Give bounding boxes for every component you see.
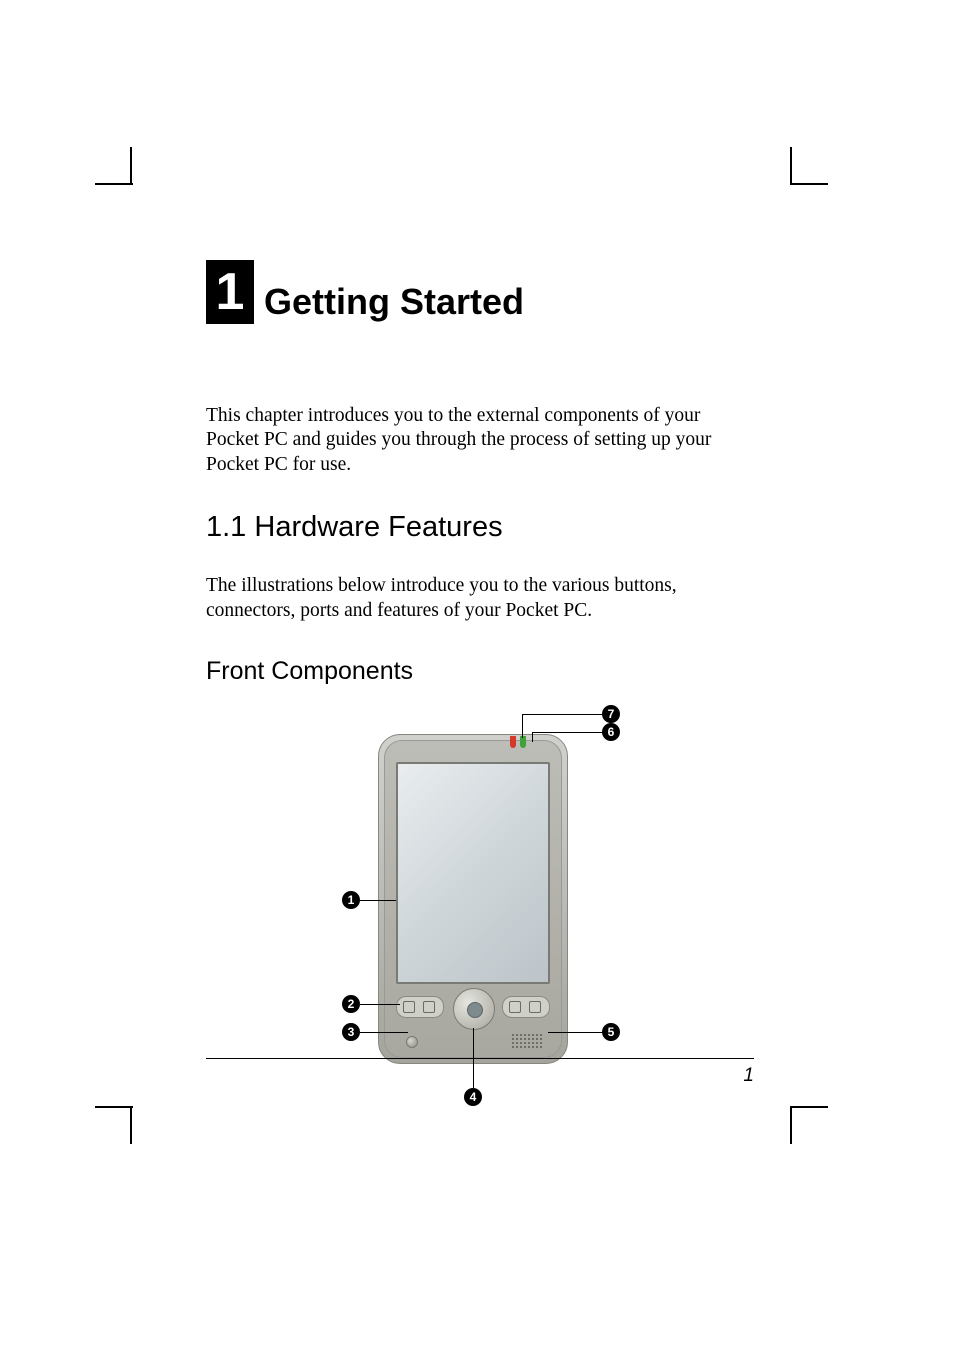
right-button-pair [502,996,550,1018]
subsection-title: Front Components [206,657,754,686]
crop-mark [130,1106,132,1144]
pocket-pc-device [378,734,568,1064]
crop-mark [95,183,133,185]
chapter-title: Getting Started [264,284,524,324]
callout-1: 1 [342,891,360,909]
intro-paragraph: This chapter introduces you to the exter… [206,404,754,477]
crop-mark [790,1106,792,1144]
section-title: 1.1 Hardware Features [206,511,754,544]
microphone-icon [406,1036,418,1048]
chapter-number: 1 [216,266,245,318]
chapter-number-box: 1 [206,260,254,324]
page-number: 1 [206,1065,754,1087]
crop-mark [130,147,132,185]
button-icon [509,1001,521,1013]
left-button-pair [396,996,444,1018]
speaker-grille-icon [512,1034,546,1052]
device-screen [396,762,550,984]
footer-rule [206,1058,754,1059]
lead-line [548,1032,602,1033]
lead-line [360,1004,400,1005]
button-icon [529,1001,541,1013]
crop-mark [790,147,792,185]
button-icon [403,1001,415,1013]
callout-6: 6 [602,723,620,741]
crop-mark [95,1106,133,1108]
lead-line [522,714,523,738]
lead-line [532,732,533,742]
crop-mark [790,183,828,185]
led-green-icon [520,736,526,748]
lead-line [522,714,602,715]
content-area: 1 Getting Started This chapter introduce… [206,260,754,1128]
callout-4: 4 [464,1088,482,1106]
lead-line [360,1032,408,1033]
callout-7: 7 [602,705,620,723]
lead-line [360,900,396,901]
page-footer: 1 [206,1058,754,1087]
chapter-heading: 1 Getting Started [206,260,754,324]
led-red-icon [510,736,516,748]
callout-3: 3 [342,1023,360,1041]
lead-line [532,732,602,733]
callout-5: 5 [602,1023,620,1041]
button-icon [423,1001,435,1013]
navigation-pad-icon [453,988,495,1030]
crop-mark [790,1106,828,1108]
section-paragraph: The illustrations below introduce you to… [206,574,754,623]
callout-2: 2 [342,995,360,1013]
page: 1 Getting Started This chapter introduce… [0,0,954,1351]
button-bar [396,992,550,1030]
